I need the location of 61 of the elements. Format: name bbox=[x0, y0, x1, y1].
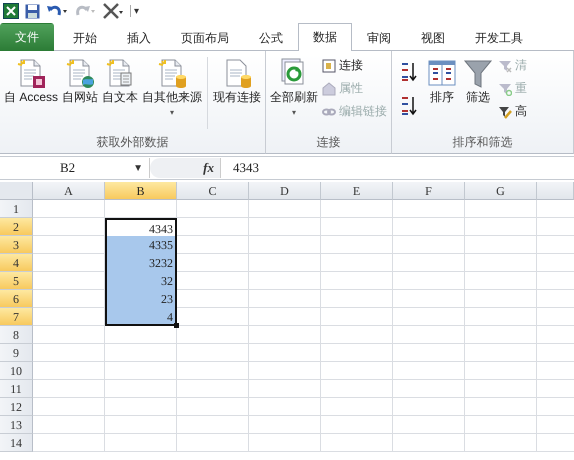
row-header[interactable]: 2 bbox=[0, 218, 33, 236]
row-header[interactable]: 11 bbox=[0, 380, 33, 398]
column-header[interactable]: C bbox=[177, 182, 249, 200]
row-header[interactable]: 4 bbox=[0, 254, 33, 272]
column-header[interactable]: D bbox=[249, 182, 321, 200]
row-header[interactable]: 1 bbox=[0, 200, 33, 218]
tools-icon[interactable] bbox=[102, 2, 124, 20]
column-header[interactable]: B bbox=[105, 182, 177, 200]
ribbon-button[interactable]: 高 bbox=[498, 103, 528, 120]
column-header[interactable]: A bbox=[33, 182, 105, 200]
column-header[interactable]: E bbox=[321, 182, 393, 200]
ribbon-button[interactable]: 全部刷新 ▾ bbox=[268, 53, 320, 133]
ribbon-button[interactable]: 自其他来源 ▾ bbox=[140, 53, 204, 133]
table-cell: 4335 bbox=[105, 236, 177, 254]
column-header[interactable]: G bbox=[465, 182, 537, 200]
ribbon-button[interactable]: 连接 bbox=[322, 57, 388, 74]
ribbon-button[interactable]: 排序 bbox=[424, 53, 460, 133]
table-cell: 3232 bbox=[105, 254, 177, 272]
column-header[interactable]: F bbox=[393, 182, 465, 200]
web-icon bbox=[64, 57, 96, 89]
row-header[interactable]: 5 bbox=[0, 272, 33, 290]
formula-field[interactable]: 4343 bbox=[220, 158, 574, 178]
ribbon-tab[interactable]: 视图 bbox=[406, 25, 460, 51]
group-label: 连接 bbox=[316, 134, 342, 151]
ribbon-tab[interactable]: 页面布局 bbox=[166, 25, 244, 51]
customize-menu[interactable]: ▾ bbox=[130, 5, 139, 17]
undo-icon[interactable] bbox=[46, 4, 68, 18]
ribbon-tab[interactable]: 审阅 bbox=[352, 25, 406, 51]
table-cell: 32 bbox=[105, 272, 177, 290]
ribbon-tab[interactable]: 公式 bbox=[244, 25, 298, 51]
row-header[interactable]: 8 bbox=[0, 326, 33, 344]
table-cell: 4 bbox=[105, 308, 177, 326]
ribbon-button[interactable]: 现有连接 bbox=[211, 53, 264, 133]
row-header[interactable]: 10 bbox=[0, 362, 33, 380]
ribbon-tab[interactable]: 开始 bbox=[58, 25, 112, 51]
table-cell: 4343 bbox=[105, 218, 177, 236]
ribbon-button[interactable]: 自文本 bbox=[100, 53, 140, 133]
ribbon-tab[interactable]: 插入 bbox=[112, 25, 166, 51]
ribbon-tab[interactable]: 文件 bbox=[0, 23, 54, 51]
insert-function-button[interactable]: fx bbox=[203, 160, 214, 176]
ribbon-tab[interactable]: 数据 bbox=[298, 23, 352, 51]
row-header[interactable]: 14 bbox=[0, 434, 33, 452]
row-header[interactable]: 13 bbox=[0, 416, 33, 434]
ribbon-tab[interactable]: 开发工具 bbox=[460, 25, 538, 51]
group-label: 获取外部数据 bbox=[96, 134, 170, 151]
row-header[interactable]: 7 bbox=[0, 308, 33, 326]
save-icon[interactable] bbox=[25, 4, 40, 18]
clear-icon bbox=[498, 58, 512, 72]
sort-ascending-icon[interactable] bbox=[400, 61, 418, 83]
spreadsheet-app-icon[interactable] bbox=[3, 3, 19, 19]
row-header[interactable]: 9 bbox=[0, 344, 33, 362]
ribbon-button[interactable]: 筛选 bbox=[460, 53, 496, 133]
row-header[interactable]: 3 bbox=[0, 236, 33, 254]
table-cell: 23 bbox=[105, 290, 177, 308]
fill-handle[interactable] bbox=[174, 323, 179, 328]
ribbon-button[interactable]: 自网站 bbox=[60, 53, 100, 133]
sort-descending-icon[interactable] bbox=[400, 95, 418, 117]
group-label: 排序和筛选 bbox=[452, 134, 514, 151]
row-header[interactable]: 6 bbox=[0, 290, 33, 308]
ribbon-button[interactable]: 自 Access bbox=[2, 53, 60, 133]
row-header[interactable]: 12 bbox=[0, 398, 33, 416]
